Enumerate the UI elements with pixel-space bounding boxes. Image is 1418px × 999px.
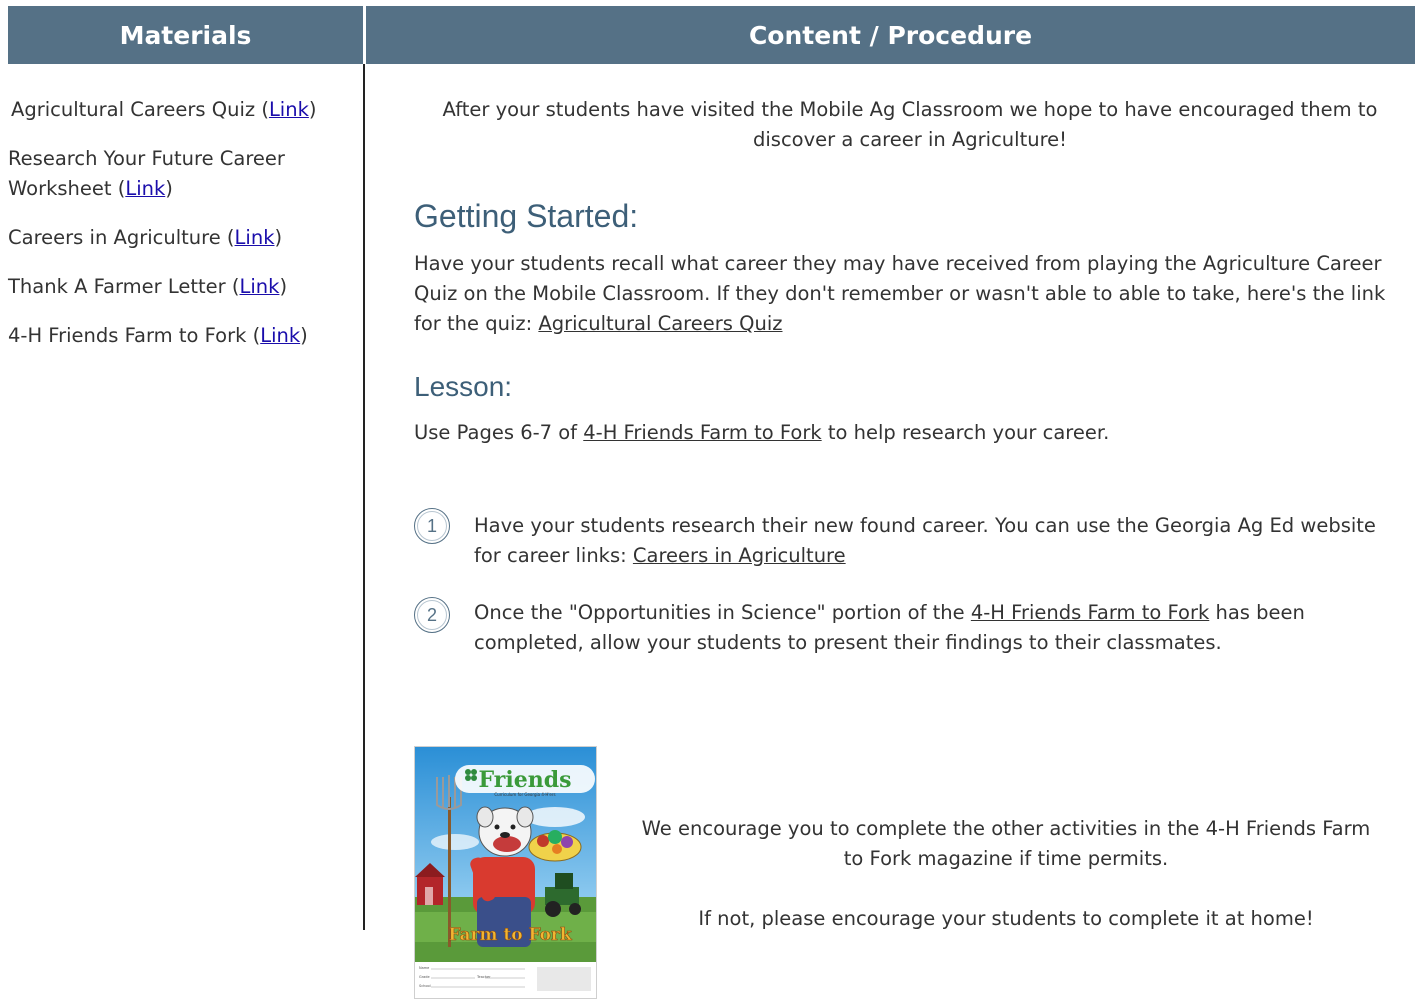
cover-form-school: School bbox=[419, 984, 431, 988]
closing-paragraph-1: We encourage you to complete the other a… bbox=[641, 817, 1371, 870]
material-item-farm-to-fork: 4-H Friends Farm to Fork (Link) bbox=[8, 324, 308, 347]
material-link-thank-farmer[interactable]: Link bbox=[240, 275, 280, 298]
closing-paragraph-2: If not, please encourage your students t… bbox=[698, 907, 1314, 930]
material-link-careers[interactable]: Link bbox=[235, 226, 275, 249]
cover-form-grade: Grade bbox=[419, 975, 430, 979]
cover-subtitle: Curriculum for Georgia 4-H'ers bbox=[494, 792, 555, 797]
column-divider bbox=[363, 64, 365, 930]
step-2-badge: 2 bbox=[414, 597, 450, 633]
lesson-heading: Lesson: bbox=[414, 371, 513, 402]
materials-header-label: Materials bbox=[119, 20, 252, 50]
material-item-worksheet: Research Your Future Career Worksheet (L… bbox=[8, 147, 285, 200]
material-link-quiz[interactable]: Link bbox=[269, 98, 309, 121]
content-header: Content / Procedure bbox=[366, 6, 1415, 64]
cover-title: Friends bbox=[479, 767, 572, 793]
quiz-link[interactable]: Agricultural Careers Quiz bbox=[538, 312, 782, 335]
material-item-quiz: Agricultural Careers Quiz (Link) bbox=[11, 98, 317, 121]
step-farm-to-fork-link[interactable]: 4-H Friends Farm to Fork bbox=[971, 601, 1209, 624]
material-link-farm-to-fork[interactable]: Link bbox=[260, 324, 300, 347]
getting-started-heading: Getting Started: bbox=[414, 198, 639, 234]
cover-seal-logo bbox=[537, 967, 591, 991]
farm-to-fork-cover-image: Friends Curriculum for Georgia 4-H'ers F… bbox=[414, 746, 597, 999]
cover-form-name: Name bbox=[419, 966, 429, 970]
materials-header: Materials bbox=[8, 6, 363, 64]
material-link-worksheet[interactable]: Link bbox=[125, 177, 165, 200]
careers-in-agriculture-link[interactable]: Careers in Agriculture bbox=[633, 544, 846, 567]
getting-started-paragraph: Have your students recall what career th… bbox=[414, 252, 1386, 335]
cover-banner: Farm to Fork bbox=[448, 925, 573, 945]
step-2-text: Once the "Opportunities in Science" port… bbox=[474, 601, 1305, 654]
cover-illustration: Friends Curriculum for Georgia 4-H'ers F… bbox=[415, 747, 596, 998]
content-header-label: Content / Procedure bbox=[748, 20, 1033, 50]
cover-form-teacher: Teacher bbox=[476, 975, 491, 979]
lesson-paragraph: Use Pages 6-7 of 4-H Friends Farm to For… bbox=[414, 421, 1110, 444]
step-1-text: Have your students research their new fo… bbox=[474, 514, 1376, 567]
material-item-careers: Careers in Agriculture (Link) bbox=[8, 226, 283, 249]
material-item-thank-farmer: Thank A Farmer Letter (Link) bbox=[8, 275, 288, 298]
lesson-farm-to-fork-link[interactable]: 4-H Friends Farm to Fork bbox=[583, 421, 821, 444]
intro-paragraph: After your students have visited the Mob… bbox=[442, 98, 1378, 151]
step-1-badge: 1 bbox=[414, 508, 450, 544]
